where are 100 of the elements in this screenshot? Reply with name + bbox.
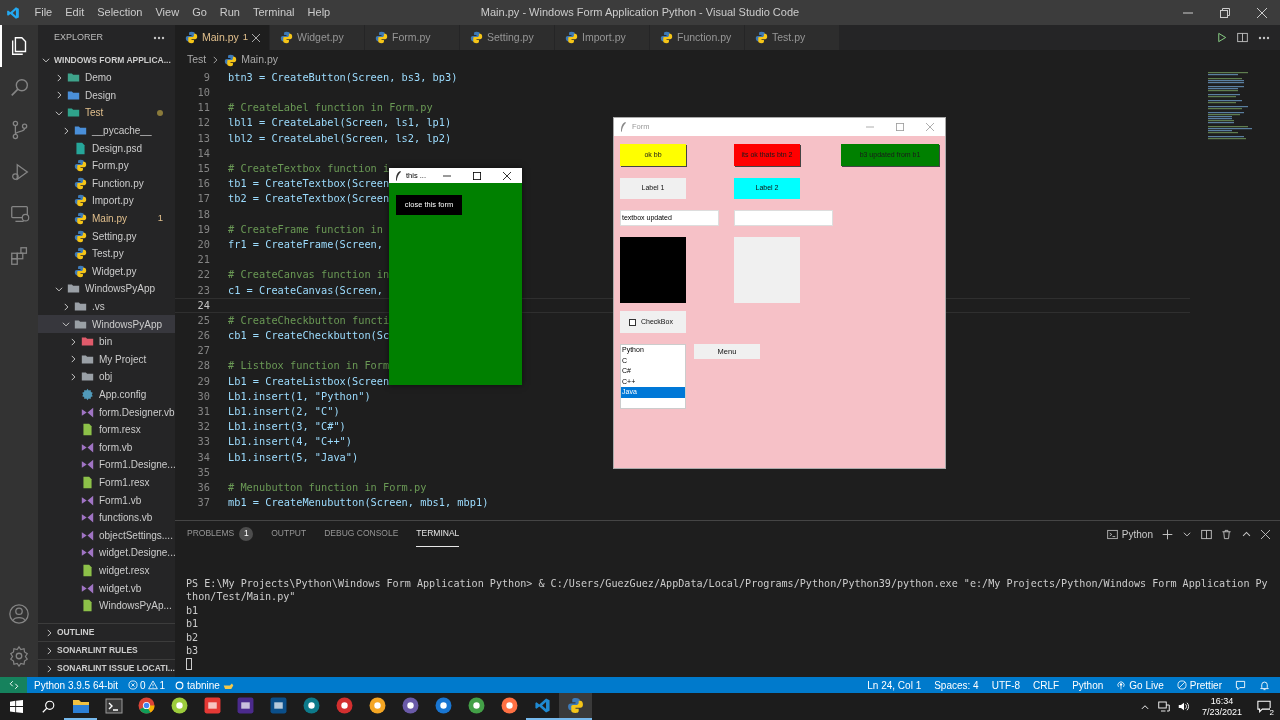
breadcrumb-item[interactable]: Main.py xyxy=(241,52,279,68)
menu-item[interactable]: File xyxy=(28,0,59,25)
menu-item[interactable]: Terminal xyxy=(246,0,302,25)
chevron-right-icon[interactable] xyxy=(61,125,71,136)
tree-item[interactable]: Form.py xyxy=(92,158,129,174)
tree-item[interactable]: WindowsPyAp... xyxy=(99,598,172,614)
chevron-right-icon[interactable] xyxy=(68,371,78,382)
tree-item[interactable]: Design.psd xyxy=(92,140,143,156)
chevron-right-icon[interactable] xyxy=(44,663,54,674)
section-header[interactable]: OUTLINE xyxy=(57,626,95,639)
editor-tab[interactable]: Function.py xyxy=(650,25,745,50)
tree-item[interactable]: Setting.py xyxy=(92,228,137,244)
tree-item[interactable]: Form1.vb xyxy=(99,492,142,508)
chevron-down-icon[interactable] xyxy=(54,108,64,118)
tree-item[interactable]: Form1.Designe... xyxy=(99,457,175,473)
tree-item[interactable]: widget.Designe... xyxy=(99,545,175,561)
checkbox[interactable] xyxy=(629,318,636,326)
more-icon[interactable] xyxy=(1258,35,1270,40)
tree-item[interactable]: WindowsPyApp xyxy=(92,316,163,332)
editor-tab[interactable]: Main.py 1 xyxy=(175,25,270,50)
selected-tree-row[interactable]: WindowsPyApp xyxy=(38,315,175,333)
panel-tab[interactable]: TERMINAL xyxy=(416,521,460,547)
chevron-right-icon[interactable] xyxy=(68,354,78,365)
panel-tab[interactable]: PROBLEMS 1 xyxy=(187,521,254,547)
notifications-icon[interactable] xyxy=(1257,700,1271,713)
search-icon[interactable] xyxy=(9,77,31,99)
feedback-icon[interactable] xyxy=(1235,679,1246,691)
tabnine-status[interactable]: tabnine xyxy=(187,677,220,693)
tree-item[interactable]: .vs xyxy=(92,299,105,314)
panel-tab[interactable]: DEBUG CONSOLE xyxy=(324,521,399,547)
run-debug-icon[interactable] xyxy=(9,161,31,183)
section-header[interactable]: SONARLINT RULES xyxy=(57,644,138,657)
tree-item[interactable]: WindowsPyApp xyxy=(85,281,156,297)
settings-icon[interactable] xyxy=(8,645,30,667)
plus-icon[interactable] xyxy=(1162,528,1173,540)
tree-item[interactable]: Main.py xyxy=(92,211,127,227)
text-field[interactable] xyxy=(734,210,833,226)
menu-item[interactable]: View xyxy=(148,0,186,25)
status-item[interactable]: Python xyxy=(1072,677,1104,693)
volume-icon[interactable] xyxy=(1177,701,1190,712)
tree-item[interactable]: My Project xyxy=(99,351,147,367)
chevron-right-icon[interactable] xyxy=(68,336,78,347)
network-icon[interactable] xyxy=(1157,701,1170,712)
tree-item[interactable]: Test xyxy=(85,105,104,121)
breadcrumb-item[interactable]: Test xyxy=(187,52,207,68)
tree-item[interactable]: Function.py xyxy=(92,175,144,191)
python-interpreter[interactable]: Python 3.9.5 64-bit xyxy=(34,677,118,693)
status-item[interactable]: Spaces: 4 xyxy=(934,677,979,693)
chevron-right-icon[interactable] xyxy=(44,645,54,656)
restore-icon[interactable] xyxy=(1219,7,1230,18)
split-terminal-icon[interactable] xyxy=(1201,528,1212,540)
clock[interactable]: 16:34 7/23/2021 xyxy=(1197,695,1246,718)
tree-item[interactable]: bin xyxy=(99,334,113,350)
section-header[interactable]: SONARLINT ISSUE LOCATI... xyxy=(57,662,175,675)
go-live-button[interactable]: Go Live xyxy=(1129,677,1164,693)
tree-item[interactable]: Test.py xyxy=(92,246,124,262)
more-icon[interactable] xyxy=(153,36,165,40)
menu-item[interactable]: Selection xyxy=(90,0,149,25)
tree-item[interactable]: form.vb xyxy=(99,439,133,455)
tree-item[interactable]: objectSettings.... xyxy=(99,527,173,543)
status-item[interactable]: Ln 24, Col 1 xyxy=(867,677,922,693)
chevron-right-icon[interactable] xyxy=(44,627,54,638)
trash-icon[interactable] xyxy=(1221,528,1232,540)
tree-item[interactable]: form.Designer.vb xyxy=(99,404,175,420)
warning-count[interactable]: 1 xyxy=(159,677,166,693)
terminal-selector[interactable]: Python xyxy=(1121,526,1153,542)
menu-item[interactable]: Edit xyxy=(58,0,91,25)
tree-item[interactable]: __pycache__ xyxy=(92,123,152,139)
tree-item[interactable]: Widget.py xyxy=(92,263,137,279)
tree-item[interactable]: form.resx xyxy=(99,422,141,438)
tree-item[interactable]: obj xyxy=(99,369,113,385)
editor-tab[interactable]: Widget.py xyxy=(270,25,365,50)
tree-item[interactable]: Form1.resx xyxy=(99,474,150,490)
prettier-status[interactable]: Prettier xyxy=(1189,677,1222,693)
tree-item[interactable]: widget.resx xyxy=(99,562,150,578)
tree-item[interactable]: Demo xyxy=(85,70,112,86)
tree-item[interactable]: functions.vb xyxy=(99,510,153,526)
tree-item[interactable]: widget.vb xyxy=(99,580,142,596)
editor-tab[interactable]: Test.py xyxy=(745,25,840,50)
panel-tab[interactable]: OUTPUT xyxy=(271,521,307,547)
editor-tab[interactable]: Import.py xyxy=(555,25,650,50)
editor-tab[interactable]: Form.py xyxy=(365,25,460,50)
project-root[interactable]: WINDOWS FORM APPLICA... xyxy=(54,53,171,67)
error-count[interactable]: 0 xyxy=(139,677,146,693)
dropdown-icon[interactable] xyxy=(1182,529,1192,539)
editor-tab[interactable]: Setting.py xyxy=(460,25,555,50)
menu-item[interactable]: Go xyxy=(185,0,214,25)
taskbar-app[interactable] xyxy=(559,693,592,720)
split-editor-icon[interactable] xyxy=(1237,32,1248,43)
monitor-icon[interactable] xyxy=(9,203,31,225)
account-icon[interactable] xyxy=(8,603,30,625)
chevron-right-icon[interactable] xyxy=(61,301,71,312)
status-item[interactable]: CRLF xyxy=(1033,677,1060,693)
tree-item[interactable]: Import.py xyxy=(92,193,134,209)
chevron-down-icon[interactable] xyxy=(41,55,51,65)
tree-item[interactable]: App.config xyxy=(99,387,147,402)
close-icon[interactable] xyxy=(503,171,511,180)
chevron-right-icon[interactable] xyxy=(54,90,64,101)
menu-item[interactable]: Run xyxy=(213,0,247,25)
bell-icon[interactable] xyxy=(1259,679,1270,691)
